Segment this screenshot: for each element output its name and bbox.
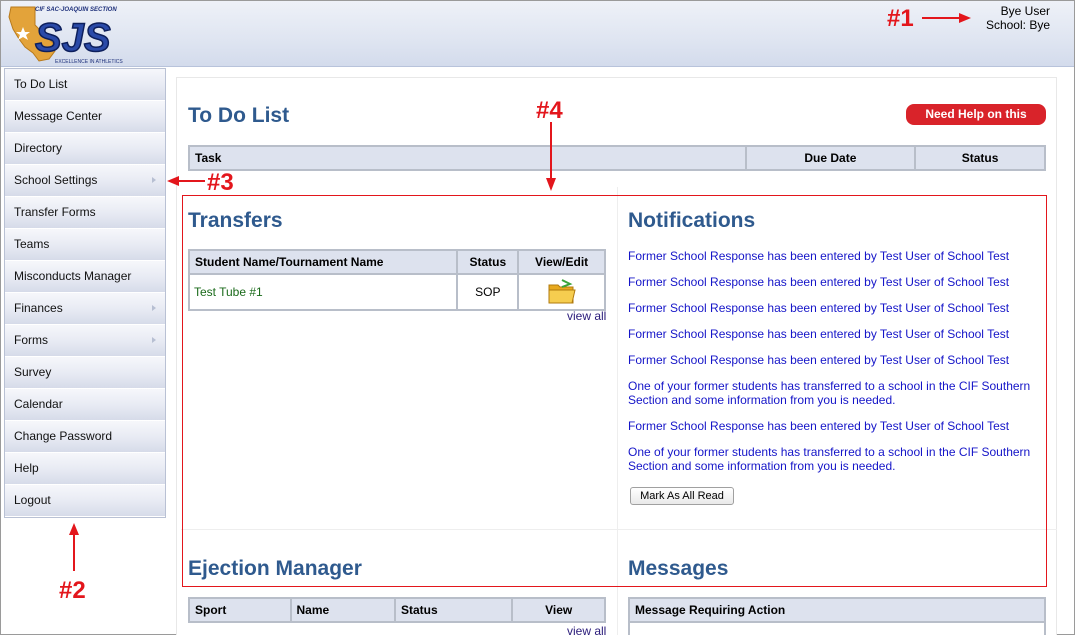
annotation-label-4: #4 — [536, 97, 563, 124]
annotation-label-3: #3 — [207, 169, 234, 196]
annotation-label-2: #2 — [59, 577, 86, 604]
annotation-label-1: #1 — [887, 5, 914, 32]
